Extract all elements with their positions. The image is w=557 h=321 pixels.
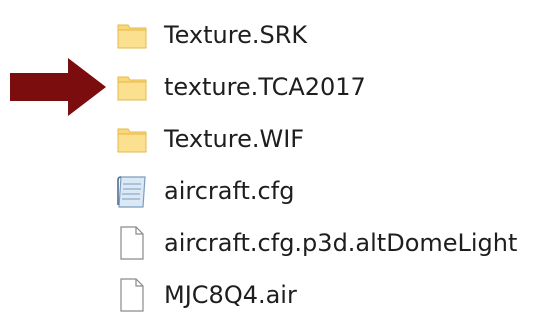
folder-icon (112, 65, 152, 109)
file-item-mjc8q4-air[interactable]: MJC8Q4.air (112, 269, 297, 321)
blank-file-icon (112, 273, 152, 317)
file-name: aircraft.cfg (164, 177, 295, 205)
folder-icon (112, 117, 152, 161)
file-item-aircraft-cfg[interactable]: aircraft.cfg (112, 165, 294, 217)
file-name: aircraft.cfg.p3d.altDomeLight (164, 229, 518, 257)
file-name: texture.TCA2017 (164, 73, 366, 101)
file-name: Texture.SRK (164, 21, 308, 49)
config-file-icon (112, 169, 152, 213)
file-name: MJC8Q4.air (164, 281, 297, 309)
file-item-texture-srk[interactable]: Texture.SRK (112, 9, 307, 61)
file-name: Texture.WIF (164, 125, 305, 153)
blank-file-icon (112, 221, 152, 265)
file-item-texture-tca2017[interactable]: texture.TCA2017 (112, 61, 366, 113)
file-item-aircraft-cfg-p3d-altdomelight[interactable]: aircraft.cfg.p3d.altDomeLight (112, 217, 517, 269)
file-list: Texture.SRK texture.TCA2017 Texture.WIF (0, 0, 557, 312)
file-item-texture-wif[interactable]: Texture.WIF (112, 113, 304, 165)
folder-icon (112, 13, 152, 57)
